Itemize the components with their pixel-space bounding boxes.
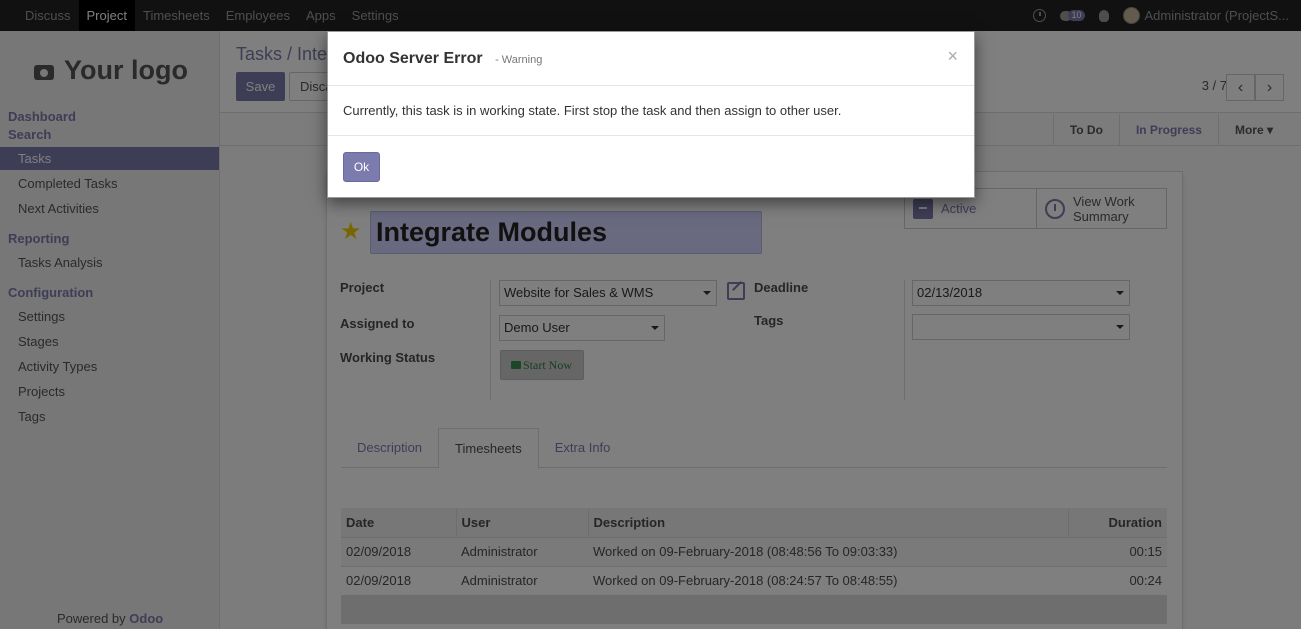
dialog-header: Odoo Server Error - Warning × — [328, 32, 974, 86]
dialog-title-text: Odoo Server Error — [343, 50, 483, 67]
dialog-footer: Ok — [328, 136, 974, 198]
dialog-title: Odoo Server Error - Warning — [343, 50, 542, 68]
close-icon[interactable]: × — [947, 46, 958, 67]
dialog-subtitle: - Warning — [495, 54, 543, 66]
error-dialog: Odoo Server Error - Warning × Currently,… — [327, 31, 975, 198]
ok-button[interactable]: Ok — [343, 152, 380, 182]
dialog-message: Currently, this task is in working state… — [328, 86, 974, 136]
